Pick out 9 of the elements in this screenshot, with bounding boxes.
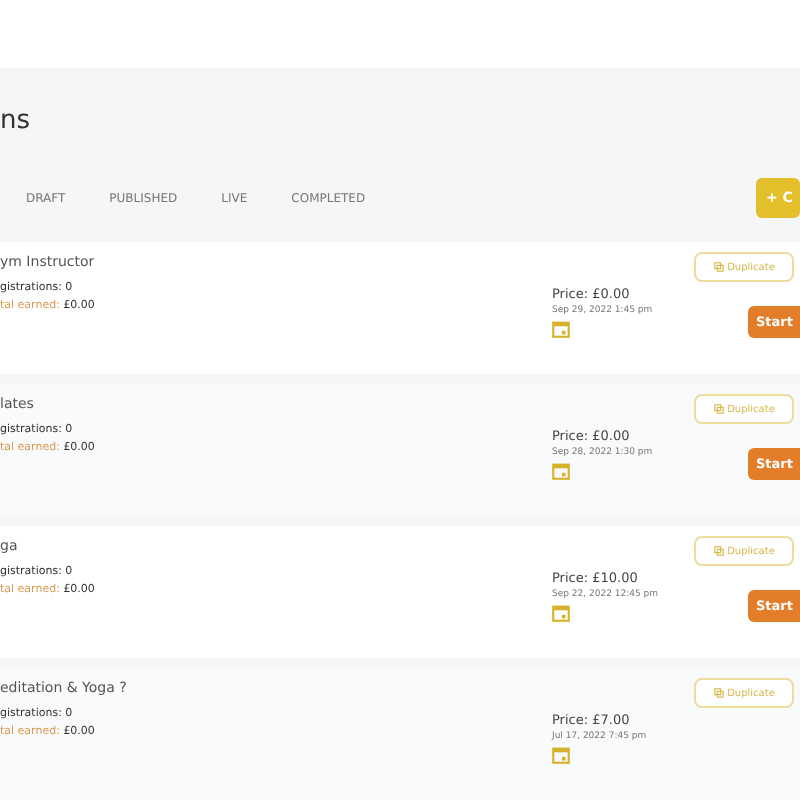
copy-icon: [713, 262, 724, 272]
calendar-icon[interactable]: [552, 604, 570, 622]
copy-icon: [713, 688, 724, 698]
calendar-icon[interactable]: [552, 320, 570, 338]
calendar-icon[interactable]: [552, 462, 570, 480]
calendar-icon[interactable]: [552, 746, 570, 764]
page-title: ns: [0, 104, 33, 140]
copy-icon: [713, 546, 724, 556]
copy-icon: [713, 404, 724, 414]
